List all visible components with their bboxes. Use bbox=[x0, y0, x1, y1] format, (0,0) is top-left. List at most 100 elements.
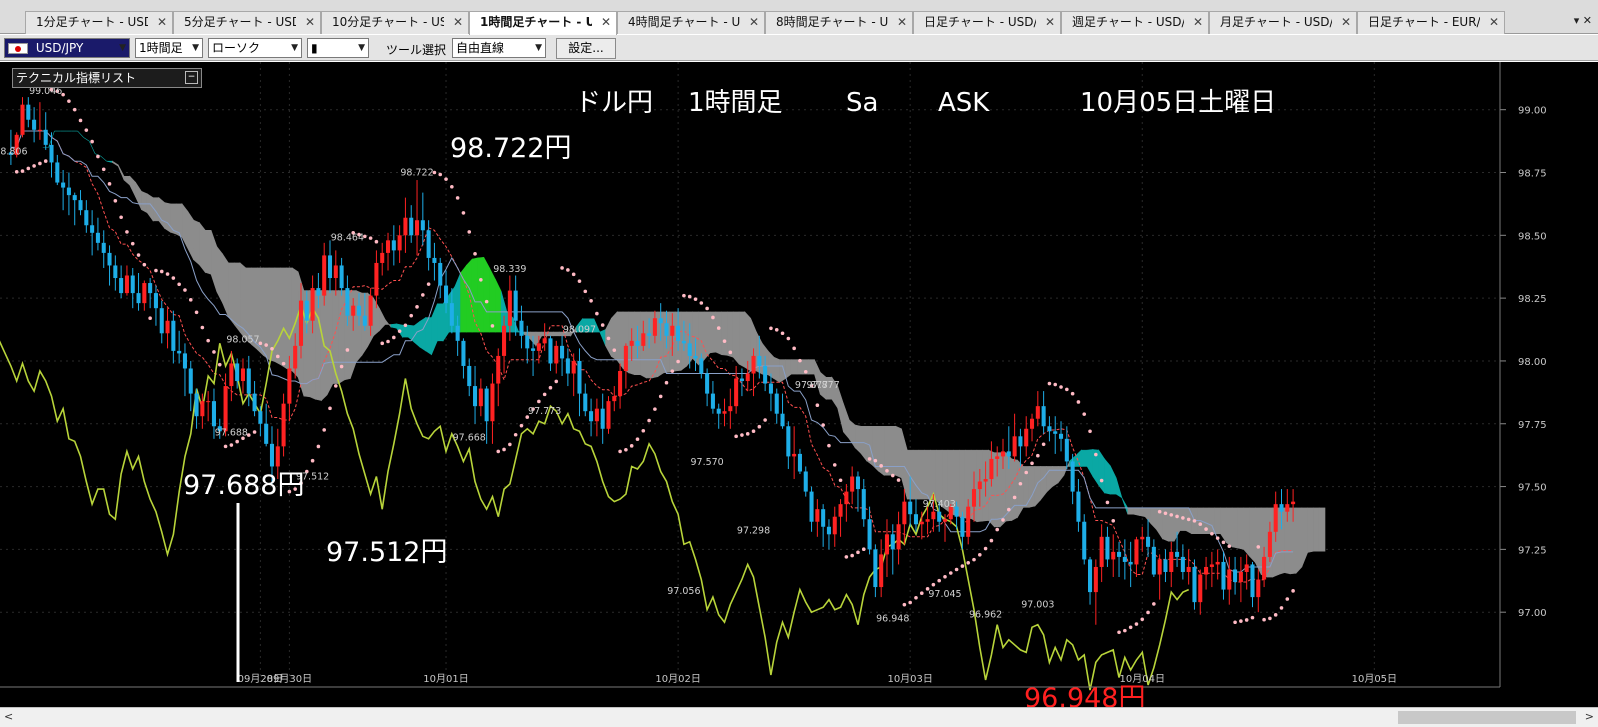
tab-close-icon[interactable]: ✕ bbox=[1489, 12, 1499, 33]
tab-daily[interactable]: 日足チャート - USD/JPY ✕ bbox=[913, 11, 1061, 34]
candle-body bbox=[281, 403, 286, 447]
candle-body bbox=[1250, 564, 1255, 598]
sar-dot bbox=[548, 385, 553, 390]
cloud-segment bbox=[1139, 507, 1146, 518]
horizontal-scrollbar[interactable]: < > bbox=[0, 707, 1598, 727]
tab-4hour[interactable]: 4時間足チャート - USD/JPY ✕ bbox=[617, 11, 765, 34]
price-label: 97.688 bbox=[215, 427, 248, 438]
currency-pair-select[interactable]: USD/JPY ▼ bbox=[4, 38, 130, 58]
sar-dot bbox=[1204, 527, 1208, 531]
candle-body bbox=[670, 325, 675, 336]
scroll-right-icon[interactable]: > bbox=[1585, 710, 1594, 723]
tab-close-icon[interactable]: ✕ bbox=[1193, 12, 1203, 33]
candle bbox=[432, 242, 437, 281]
candle-body bbox=[589, 411, 594, 422]
candle bbox=[90, 210, 95, 256]
scroll-left-icon[interactable]: < bbox=[4, 710, 13, 723]
candle bbox=[496, 348, 501, 407]
candle-body bbox=[90, 225, 95, 233]
collapse-icon[interactable]: − bbox=[185, 71, 198, 84]
candle-body bbox=[1238, 571, 1243, 583]
sar-dot bbox=[908, 600, 912, 605]
candle-body bbox=[66, 187, 71, 196]
sar-dot bbox=[1256, 545, 1261, 549]
candle bbox=[148, 278, 153, 309]
tab-close-icon[interactable]: ✕ bbox=[601, 12, 611, 33]
tool-select[interactable]: 自由直線 ▼ bbox=[452, 38, 546, 58]
tab-close-icon[interactable]: ✕ bbox=[1341, 12, 1351, 33]
scroll-thumb[interactable] bbox=[1398, 711, 1576, 724]
sar-dot bbox=[542, 392, 547, 397]
timeframe-select[interactable]: 1時間足 ▼ bbox=[135, 38, 203, 58]
chart-type-select[interactable]: ローソク ▼ bbox=[208, 38, 302, 58]
header-timeframe: 1時間足 bbox=[688, 88, 783, 118]
tab-close-icon[interactable]: ✕ bbox=[749, 12, 759, 33]
tab-daily-eurusd[interactable]: 日足チャート - EUR/USD ✕ bbox=[1357, 11, 1505, 34]
sar-dot bbox=[537, 399, 541, 404]
candle-body bbox=[896, 524, 901, 550]
cloud-segment bbox=[912, 449, 920, 500]
candle-body bbox=[652, 318, 657, 336]
candle bbox=[1250, 561, 1255, 608]
tool-label: 自由直線 bbox=[456, 41, 505, 55]
sar-dot bbox=[658, 394, 663, 399]
candle bbox=[1221, 551, 1226, 600]
cloud-segment bbox=[808, 359, 815, 375]
candle-body bbox=[473, 386, 478, 407]
tab-close-icon[interactable]: ✕ bbox=[1045, 12, 1055, 33]
sar-dot bbox=[490, 324, 495, 328]
indicator-list-panel[interactable]: テクニカル指標リスト − bbox=[12, 68, 202, 88]
candle bbox=[153, 285, 158, 326]
candle-body bbox=[362, 315, 367, 326]
sar-dot bbox=[281, 361, 286, 366]
sar-dot bbox=[78, 118, 83, 123]
candle bbox=[159, 300, 164, 344]
tab-5min[interactable]: 5分足チャート - USD/JPY ✕ bbox=[173, 11, 321, 34]
candle-body bbox=[751, 355, 756, 374]
sar-dot bbox=[177, 282, 181, 287]
tab-monthly[interactable]: 月足チャート - USD/JPY ✕ bbox=[1209, 11, 1357, 34]
x-tick-label: 10月03日 bbox=[887, 673, 932, 685]
candle-body bbox=[1082, 521, 1087, 560]
cloud-segment bbox=[785, 359, 792, 380]
tab-close-icon[interactable]: ✕ bbox=[897, 12, 907, 33]
sar-dot bbox=[769, 326, 773, 331]
candle-body bbox=[913, 514, 919, 525]
tab-weekly[interactable]: 週足チャート - USD/JPY ✕ bbox=[1061, 11, 1209, 34]
cloud-segment bbox=[489, 267, 496, 333]
tab-10min[interactable]: 10分足チャート - USD/JPY ✕ bbox=[321, 11, 469, 34]
sar-dot bbox=[1088, 429, 1092, 434]
sar-dot bbox=[26, 166, 31, 171]
candle-body bbox=[1058, 433, 1064, 439]
candle-body bbox=[850, 476, 855, 492]
candle-style-select[interactable]: ▮ ▼ bbox=[307, 38, 369, 58]
tab-scroll-icon[interactable]: ▾ ✕ bbox=[1574, 14, 1592, 27]
tab-1hour[interactable]: 1時間足チャート - USD/JPY ✕ bbox=[469, 11, 617, 35]
annotation-high: 98.722円 bbox=[450, 133, 571, 164]
sar-dot bbox=[774, 327, 779, 332]
sar-dot bbox=[1250, 615, 1255, 620]
cloud-segment bbox=[1150, 507, 1158, 531]
tab-1min[interactable]: 1分足チャート - USD/JPY ✕ bbox=[25, 11, 173, 34]
tab-close-icon[interactable]: ✕ bbox=[453, 12, 463, 33]
candle bbox=[1233, 556, 1238, 595]
sar-dot bbox=[1105, 500, 1110, 505]
tab-close-icon[interactable]: ✕ bbox=[157, 12, 167, 33]
cloud-segment bbox=[77, 130, 84, 138]
sar-dot bbox=[937, 578, 941, 583]
chart-area[interactable]: 99.04698.80698.72298.46498.33998.05798.0… bbox=[0, 62, 1598, 707]
tab-close-icon[interactable]: ✕ bbox=[305, 12, 315, 33]
x-tick-label: 10月01日 bbox=[423, 673, 468, 685]
tab-label: 月足チャート - USD/JPY bbox=[1220, 15, 1332, 29]
x-tick-label: 10月05日 bbox=[1352, 673, 1397, 685]
indicator-lines bbox=[0, 130, 1294, 691]
tab-8hour[interactable]: 8時間足チャート - USD/JPY ✕ bbox=[765, 11, 913, 34]
sar-dot bbox=[130, 241, 135, 246]
sar-dot bbox=[1152, 602, 1156, 606]
sar-dot bbox=[722, 339, 727, 343]
sar-dot bbox=[1175, 514, 1179, 519]
settings-button[interactable]: 設定... bbox=[556, 38, 616, 59]
sar-dot bbox=[1134, 622, 1139, 626]
candle bbox=[37, 102, 42, 140]
price-chart[interactable]: 99.04698.80698.72298.46498.33998.05798.0… bbox=[0, 62, 1598, 707]
